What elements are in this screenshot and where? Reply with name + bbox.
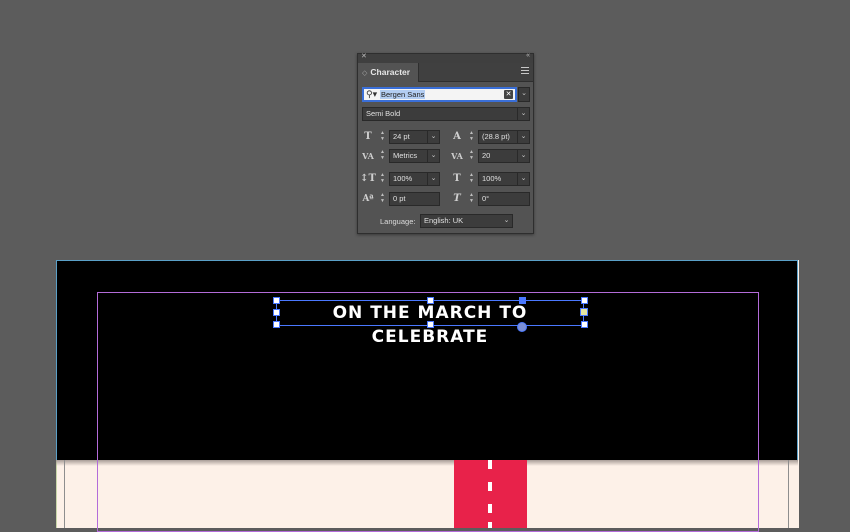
tracking-value: 20 [482,151,491,160]
content-grabber-handle[interactable] [519,297,526,304]
selection-handle[interactable] [427,297,434,304]
font-family-value: Bergen Sans [380,90,426,99]
skew-icon: T [453,193,461,204]
anchor-icon[interactable] [517,322,527,332]
kerning-stepper[interactable]: ▲ ▼ [378,149,387,163]
chevron-down-icon: ⌄ [517,173,529,185]
tracking-stepper[interactable]: ▲ ▼ [467,149,476,163]
vertical-scale-field[interactable]: 100% ⌄ [389,172,440,186]
font-style-value: Semi Bold [366,109,401,118]
selection-handle[interactable] [581,297,588,304]
font-size-stepper[interactable]: ▲ ▼ [378,130,387,144]
selection-handle[interactable] [273,309,280,316]
baseline-shift-stepper[interactable]: ▲ ▼ [378,192,387,206]
chevron-down-icon: ⌄ [503,217,510,224]
skew-stepper[interactable]: ▲ ▼ [467,192,476,206]
vertical-scale-icon: ↕T [360,173,376,184]
clear-icon[interactable]: ✕ [504,90,513,99]
chevron-down-icon: ⌄ [517,131,529,143]
skew-field[interactable]: 0° [478,192,530,206]
chevron-down-icon: ⌄ [521,90,527,97]
selection-handle[interactable] [273,321,280,328]
baseline-shift-icon: Aª [362,194,374,204]
horizontal-scale-value: 100% [482,174,502,183]
panel-menu-icon[interactable] [521,67,529,76]
panel-title-strip[interactable]: ✕ « [358,52,533,63]
skew-value: 0° [482,194,490,203]
baseline-shift-value: 0 pt [393,194,406,203]
character-panel: ✕ « ◇ Character ⚲▾ Bergen Sans ✕ ⌄ Semi B… [357,52,534,234]
road-dash [488,522,492,528]
search-icon: ⚲▾ [366,89,378,99]
leading-field[interactable]: (28.8 pt) ⌄ [478,130,530,144]
vertical-scale-stepper[interactable]: ▲ ▼ [378,172,387,186]
tab-character[interactable]: ◇ Character [358,63,419,82]
selection-handle[interactable] [273,297,280,304]
tracking-icon: VA [451,151,463,161]
font-size-field[interactable]: 24 pt ⌄ [389,130,440,144]
kerning-value: Metrics [393,151,418,160]
text-out-port[interactable] [580,308,588,316]
vertical-scale-value: 100% [393,174,413,183]
language-label: Language: [380,217,416,226]
selection-handle[interactable] [581,321,588,328]
font-size-value: 24 pt [393,132,410,141]
chevron-down-icon: ⌄ [427,150,439,162]
road-graphic[interactable] [454,460,527,528]
tracking-field[interactable]: 20 ⌄ [478,149,530,163]
chevron-down-icon: ⌄ [427,131,439,143]
language-select[interactable]: English: UK ⌄ [420,214,513,228]
language-value: English: UK [424,216,464,225]
selection-handle[interactable] [427,321,434,328]
collapse-panel-icon[interactable]: « [526,52,530,59]
tab-label: Character [370,67,411,77]
tab-chevron-icon: ◇ [362,70,368,77]
font-family-field[interactable]: ⚲▾ Bergen Sans ✕ [362,87,517,102]
close-panel-icon[interactable]: ✕ [361,52,367,60]
leading-stepper[interactable]: ▲ ▼ [467,130,476,144]
font-family-dropdown[interactable]: ⌄ [518,87,530,102]
road-dash [488,482,492,491]
bleed-guide-left [64,460,65,528]
leading-value: (28.8 pt) [482,132,510,141]
font-size-icon: T [364,131,372,142]
panel-tab-bar: ◇ Character [358,63,533,82]
kerning-icon: VA [362,151,374,161]
horizontal-scale-stepper[interactable]: ▲ ▼ [467,172,476,186]
road-dash [488,504,492,513]
baseline-shift-field[interactable]: 0 pt [389,192,440,206]
horizontal-scale-field[interactable]: 100% ⌄ [478,172,530,186]
font-style-field[interactable]: Semi Bold ⌄ [362,107,530,121]
chevron-down-icon: ⌄ [517,150,529,162]
horizontal-scale-icon: T [453,173,461,184]
chevron-down-icon: ⌄ [427,173,439,185]
chevron-down-icon: ⌄ [517,108,529,120]
road-dash [488,460,492,469]
leading-icon: A [453,131,461,142]
kerning-field[interactable]: Metrics ⌄ [389,149,440,163]
bleed-guide-right [788,460,789,528]
